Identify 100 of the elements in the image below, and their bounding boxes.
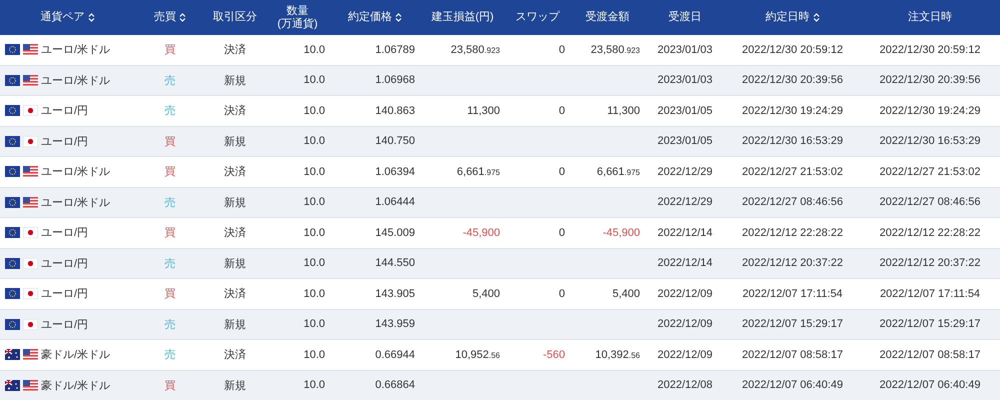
column-header: 注文日時 bbox=[908, 11, 952, 24]
trade-type: 新規 bbox=[224, 134, 246, 149]
trade-type: 新規 bbox=[224, 196, 246, 210]
trade-side: 買 bbox=[164, 43, 176, 58]
settlement-amount: -45,900 bbox=[602, 226, 640, 239]
execution-price: 0.66864 bbox=[375, 379, 415, 392]
order-datetime: 2022/12/07 08:58:17 bbox=[880, 348, 980, 361]
trade-side: 売 bbox=[164, 256, 176, 271]
swap-value: 0 bbox=[558, 44, 565, 56]
execution-datetime: 2022/12/07 17:11:54 bbox=[742, 288, 843, 300]
quantity: 10.0 bbox=[304, 135, 325, 148]
sort-icon[interactable] bbox=[812, 13, 820, 22]
currency-pair: ユーロ/米ドル bbox=[41, 165, 110, 180]
position-profit: 11,300 bbox=[467, 104, 500, 117]
settlement-date: 2023/01/03 bbox=[657, 74, 713, 86]
settlement-date: 2023/01/03 bbox=[657, 44, 713, 56]
settlement-date: 2023/01/05 bbox=[657, 104, 713, 117]
quantity: 10.0 bbox=[304, 104, 325, 117]
currency-pair: 豪ドル/米ドル bbox=[41, 378, 110, 393]
trade-type: 新規 bbox=[224, 378, 246, 393]
execution-datetime: 2022/12/07 08:58:17 bbox=[742, 348, 843, 361]
trade-side: 売 bbox=[164, 348, 176, 362]
column-header[interactable]: 約定日時 bbox=[766, 11, 810, 24]
execution-price: 143.905 bbox=[375, 288, 415, 300]
position-profit: -45,900 bbox=[462, 226, 500, 239]
execution-datetime: 2022/12/27 08:46:56 bbox=[742, 196, 843, 208]
settlement-amount: 10,392.56 bbox=[595, 348, 640, 361]
settlement-date: 2022/12/14 bbox=[657, 257, 713, 270]
trade-side: 買 bbox=[164, 378, 176, 393]
trade-type: 決済 bbox=[224, 104, 246, 118]
currency-pair: ユーロ/円 bbox=[41, 134, 88, 149]
trade-side: 買 bbox=[164, 226, 176, 240]
trade-side: 買 bbox=[164, 287, 176, 302]
currency-pair: ユーロ/円 bbox=[41, 256, 88, 271]
order-datetime: 2022/12/30 16:53:29 bbox=[880, 135, 980, 148]
execution-datetime: 2022/12/30 16:53:29 bbox=[742, 135, 843, 148]
settlement-date: 2022/12/09 bbox=[657, 348, 713, 361]
order-datetime: 2022/12/12 22:28:22 bbox=[880, 226, 980, 239]
order-datetime: 2022/12/07 15:29:17 bbox=[880, 318, 980, 330]
execution-price: 144.550 bbox=[375, 257, 415, 270]
execution-price: 1.06789 bbox=[375, 44, 415, 56]
column-header: 取引区分 bbox=[213, 11, 257, 24]
currency-pair: ユーロ/円 bbox=[41, 226, 88, 240]
currency-pair: ユーロ/米ドル bbox=[41, 196, 110, 210]
execution-price: 1.06444 bbox=[375, 196, 415, 208]
trade-side: 売 bbox=[164, 74, 176, 88]
order-datetime: 2022/12/30 20:59:12 bbox=[880, 44, 980, 56]
execution-price: 140.863 bbox=[375, 104, 415, 117]
settlement-date: 2022/12/29 bbox=[657, 166, 713, 178]
currency-pair: ユーロ/米ドル bbox=[41, 74, 110, 88]
column-header: 数量 bbox=[286, 4, 308, 18]
execution-price: 1.06394 bbox=[375, 166, 415, 178]
position-profit: 10,952.56 bbox=[455, 348, 500, 361]
execution-price: 145.009 bbox=[375, 226, 415, 239]
column-header[interactable]: 通貨ペア bbox=[40, 11, 84, 24]
trade-side: 売 bbox=[164, 196, 176, 210]
column-header[interactable]: 約定価格 bbox=[348, 11, 392, 24]
quantity: 10.0 bbox=[304, 226, 325, 239]
execution-datetime: 2022/12/30 19:24:29 bbox=[742, 104, 843, 117]
swap-value: -560 bbox=[542, 348, 565, 361]
execution-datetime: 2022/12/30 20:39:56 bbox=[742, 74, 843, 86]
trade-side: 売 bbox=[164, 104, 176, 118]
currency-pair: ユーロ/円 bbox=[41, 318, 88, 332]
column-header[interactable]: 売買 bbox=[154, 11, 176, 24]
order-datetime: 2022/12/27 08:46:56 bbox=[880, 196, 980, 208]
trade-type: 新規 bbox=[224, 318, 246, 332]
trade-side: 買 bbox=[164, 134, 176, 149]
settlement-date: 2022/12/09 bbox=[657, 318, 713, 330]
settlement-amount: 5,400 bbox=[612, 288, 640, 300]
column-header-unit: (万通貨) bbox=[277, 18, 318, 30]
quantity: 10.0 bbox=[304, 166, 325, 178]
trade-side: 売 bbox=[164, 318, 176, 332]
position-profit: 23,580.923 bbox=[450, 44, 500, 56]
column-header: 建玉損益(円) bbox=[431, 11, 494, 24]
sort-icon[interactable] bbox=[179, 13, 186, 22]
swap-value: 0 bbox=[558, 104, 565, 117]
quantity: 10.0 bbox=[304, 318, 325, 330]
order-datetime: 2022/12/30 19:24:29 bbox=[880, 104, 980, 117]
trade-type: 決済 bbox=[224, 42, 246, 58]
sort-icon[interactable] bbox=[88, 13, 94, 22]
execution-price: 140.750 bbox=[375, 135, 415, 148]
order-datetime: 2022/12/12 20:37:22 bbox=[880, 257, 980, 270]
trade-type: 決済 bbox=[224, 286, 246, 302]
swap-value: 0 bbox=[558, 288, 565, 300]
trade-type: 決済 bbox=[224, 164, 246, 180]
currency-pair: ユーロ/米ドル bbox=[41, 43, 110, 58]
settlement-amount: 11,300 bbox=[607, 104, 640, 117]
swap-value: 0 bbox=[558, 226, 565, 239]
sort-icon[interactable] bbox=[395, 13, 402, 22]
settlement-date: 2022/12/09 bbox=[657, 288, 713, 300]
trade-type: 決済 bbox=[224, 226, 246, 240]
execution-price: 1.06968 bbox=[375, 74, 415, 86]
quantity: 10.0 bbox=[304, 288, 325, 300]
column-header: スワップ bbox=[516, 11, 560, 24]
quantity: 10.0 bbox=[304, 44, 325, 56]
quantity: 10.0 bbox=[304, 257, 325, 270]
order-datetime: 2022/12/27 21:53:02 bbox=[880, 166, 980, 178]
settlement-date: 2022/12/29 bbox=[657, 196, 713, 208]
execution-datetime: 2022/12/12 20:37:22 bbox=[742, 257, 843, 270]
execution-datetime: 2022/12/12 22:28:22 bbox=[742, 226, 843, 239]
